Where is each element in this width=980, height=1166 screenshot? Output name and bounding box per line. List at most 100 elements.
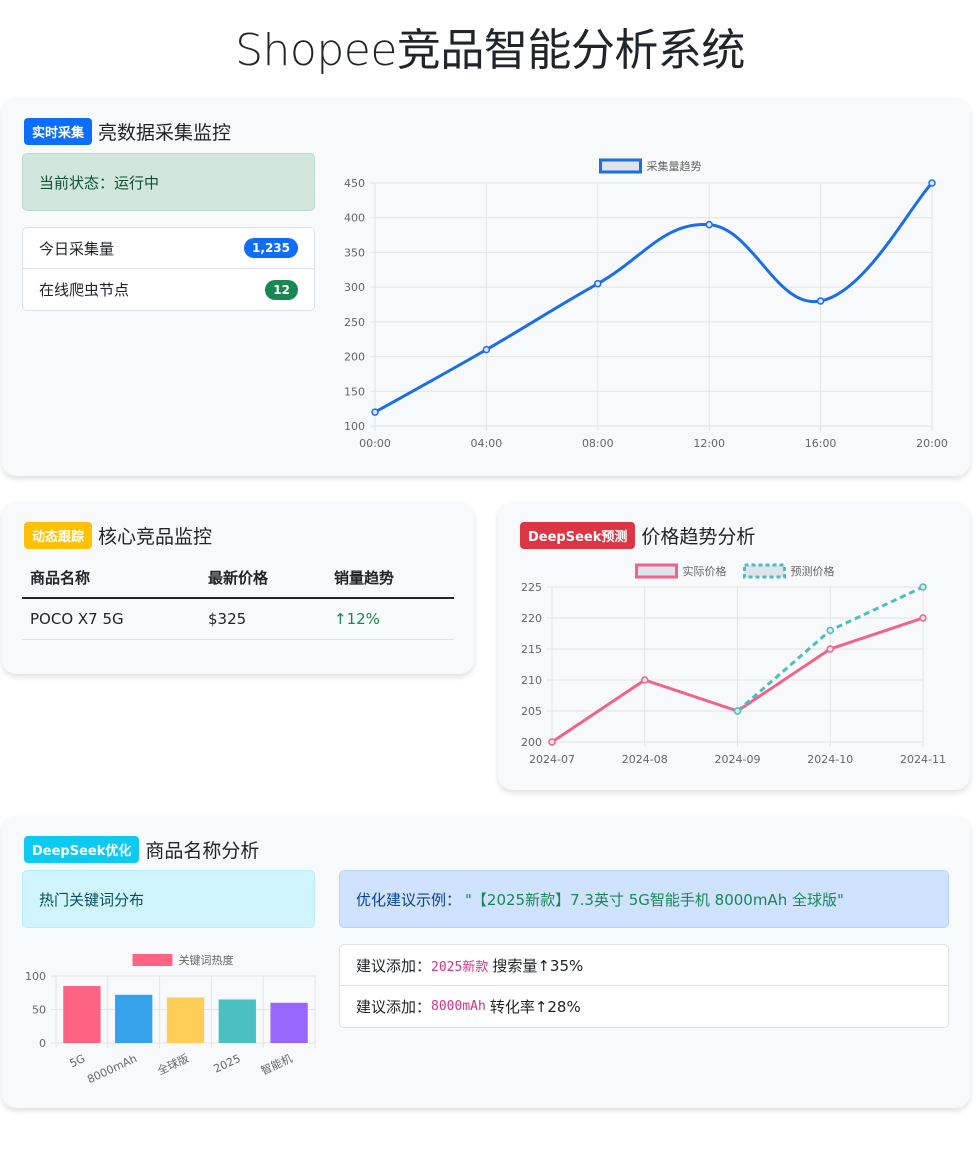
data-point	[705, 220, 713, 229]
legend-swatch	[635, 563, 678, 579]
y-tick-label: 220	[521, 612, 542, 625]
list-item: 建议添加： 8000mAh 转化率↑28%	[340, 986, 948, 1027]
keyword-heat-chart: 0 50 100 5G8000mAh 全球版 2025 智能机 关键词热度	[25, 953, 316, 1086]
x-tick-label: 8000mAh	[85, 1052, 139, 1086]
x-tick-label: 08:00	[582, 437, 614, 450]
y-tick-label: 450	[344, 177, 365, 190]
y-tick-label: 150	[344, 385, 365, 398]
suggestion-keyword: 8000mAh	[431, 999, 486, 1014]
y-tick-label: 200	[344, 351, 365, 364]
x-tick-label: 5G	[68, 1052, 88, 1070]
legend-swatch	[599, 158, 642, 174]
x-tick-label: 全球版	[155, 1051, 191, 1078]
column-header: 销量趋势	[326, 557, 454, 599]
data-point	[928, 179, 936, 187]
x-tick-label: 2025	[212, 1052, 243, 1076]
y-tick-label: 50	[32, 1004, 46, 1017]
y-tick-label: 100	[25, 970, 46, 983]
legend-label: 预测价格	[791, 564, 835, 578]
stat-label: 今日采集量	[39, 239, 115, 258]
y-tick-label: 350	[344, 246, 365, 259]
bar	[270, 1002, 308, 1043]
y-tick-label: 205	[521, 705, 542, 718]
column-header: 最新价格	[200, 557, 326, 599]
suggestion-effect: 搜索量↑35%	[492, 956, 584, 975]
y-tick-label: 215	[521, 643, 542, 656]
y-tick-label: 300	[344, 281, 365, 294]
price-card: DeepSeek预测 价格趋势分析 200 205 210 215 220 225 2024…	[498, 502, 970, 790]
data-point	[548, 738, 556, 746]
trend-cell: ↑12%	[326, 598, 454, 640]
stat-item-nodes: 在线爬虫节点 12	[23, 269, 314, 310]
stat-count-badge: 12	[265, 279, 298, 300]
suggestion-prefix: 优化建议示例：	[356, 890, 462, 909]
track-card: 动态跟踪 核心竞品监控 商品名称 最新价格 销量趋势 POCO X7 5G $3…	[2, 502, 474, 674]
suggestion-list: 建议添加： 2025新款 搜索量↑35% 建议添加： 8000mAh 转化率↑2…	[339, 944, 949, 1028]
realtime-badge: 实时采集	[24, 118, 93, 145]
y-tick-label: 200	[521, 736, 542, 749]
naming-card-header: DeepSeek优化 商品名称分析	[24, 836, 259, 863]
column-header: 商品名称	[22, 557, 200, 599]
suggestion-label: 建议添加：	[356, 998, 432, 1016]
tracking-badge: 动态跟踪	[24, 522, 93, 549]
legend-swatch	[132, 954, 173, 966]
track-title: 核心竞品监控	[98, 526, 213, 548]
x-tick-label: 20:00	[916, 437, 948, 450]
data-point	[826, 645, 834, 653]
keyword-header-text: 热门关键词分布	[39, 890, 145, 909]
optimize-badge: DeepSeek优化	[24, 836, 140, 863]
status-alert: 当前状态：运行中	[22, 153, 315, 211]
stat-label: 在线爬虫节点	[39, 281, 130, 299]
legend-swatch	[743, 563, 786, 579]
y-tick-label: 100	[344, 420, 365, 433]
data-point	[919, 583, 927, 591]
legend-label: 采集量趋势	[647, 159, 702, 173]
keyword-header: 热门关键词分布	[22, 870, 315, 928]
bar	[115, 994, 153, 1043]
data-point	[733, 707, 742, 715]
legend-label: 实际价格	[683, 564, 727, 578]
data-point	[482, 345, 491, 354]
stats-list: 今日采集量 1,235 在线爬虫节点 12	[22, 227, 315, 311]
y-tick-label: 400	[344, 212, 365, 225]
x-tick-label: 2024-09	[715, 753, 761, 766]
table-row[interactable]: POCO X7 5G $325 ↑12%	[22, 598, 454, 640]
forecast-badge: DeepSeek预测	[520, 522, 636, 549]
data-point	[826, 626, 834, 635]
y-tick-label: 250	[344, 316, 365, 329]
x-tick-label: 12:00	[693, 437, 725, 450]
suggestion-alert: 优化建议示例： "【2025新款】7.3英寸 5G智能手机 8000mAh 全球…	[339, 870, 949, 928]
suggestion-effect: 转化率↑28%	[489, 998, 581, 1016]
naming-card: DeepSeek优化 商品名称分析 热门关键词分布 优化建议示例： "【2025…	[2, 816, 970, 1108]
x-tick-label: 2024-07	[529, 753, 575, 766]
suggestion-label: 建议添加：	[356, 956, 432, 975]
table-header-row: 商品名称 最新价格 销量趋势	[22, 557, 454, 599]
bar	[166, 997, 205, 1043]
collect-trend-chart: 100 150 200 250 300 350 400 450 00:00 04:00 08:00 1…	[344, 158, 948, 450]
data-point	[919, 614, 927, 622]
suggestion-example: "【2025新款】7.3英寸 5G智能手机 8000mAh 全球版"	[465, 890, 844, 909]
data-point	[371, 408, 379, 416]
data-point	[641, 676, 649, 684]
x-tick-label: 04:00	[471, 437, 503, 450]
competitor-table: 商品名称 最新价格 销量趋势 POCO X7 5G $325 ↑12%	[22, 557, 454, 640]
x-tick-label: 智能机	[259, 1051, 295, 1078]
collect-title: 亮数据采集监控	[98, 122, 232, 144]
list-item: 建议添加： 2025新款 搜索量↑35%	[340, 945, 948, 986]
y-tick-label: 0	[39, 1037, 46, 1050]
stat-count-badge: 1,235	[244, 238, 298, 258]
data-point	[594, 279, 602, 288]
suggestion-keyword: 2025新款	[431, 959, 489, 975]
status-text: 当前状态：运行中	[39, 173, 160, 192]
y-tick-label: 210	[521, 674, 542, 687]
x-tick-label: 2024-10	[807, 753, 853, 766]
legend-label: 关键词热度	[179, 953, 234, 967]
y-tick-label: 225	[521, 581, 542, 594]
bar	[63, 986, 101, 1043]
x-tick-label: 16:00	[805, 437, 837, 450]
collect-card-header: 实时采集 亮数据采集监控	[24, 118, 231, 145]
track-card-header: 动态跟踪 核心竞品监控	[24, 522, 212, 549]
data-point	[816, 297, 825, 305]
price-card-header: DeepSeek预测 价格趋势分析	[520, 522, 755, 549]
price-trend-chart: 200 205 210 215 220 225 2024-07 2024-08 2024-09 2…	[521, 563, 946, 766]
